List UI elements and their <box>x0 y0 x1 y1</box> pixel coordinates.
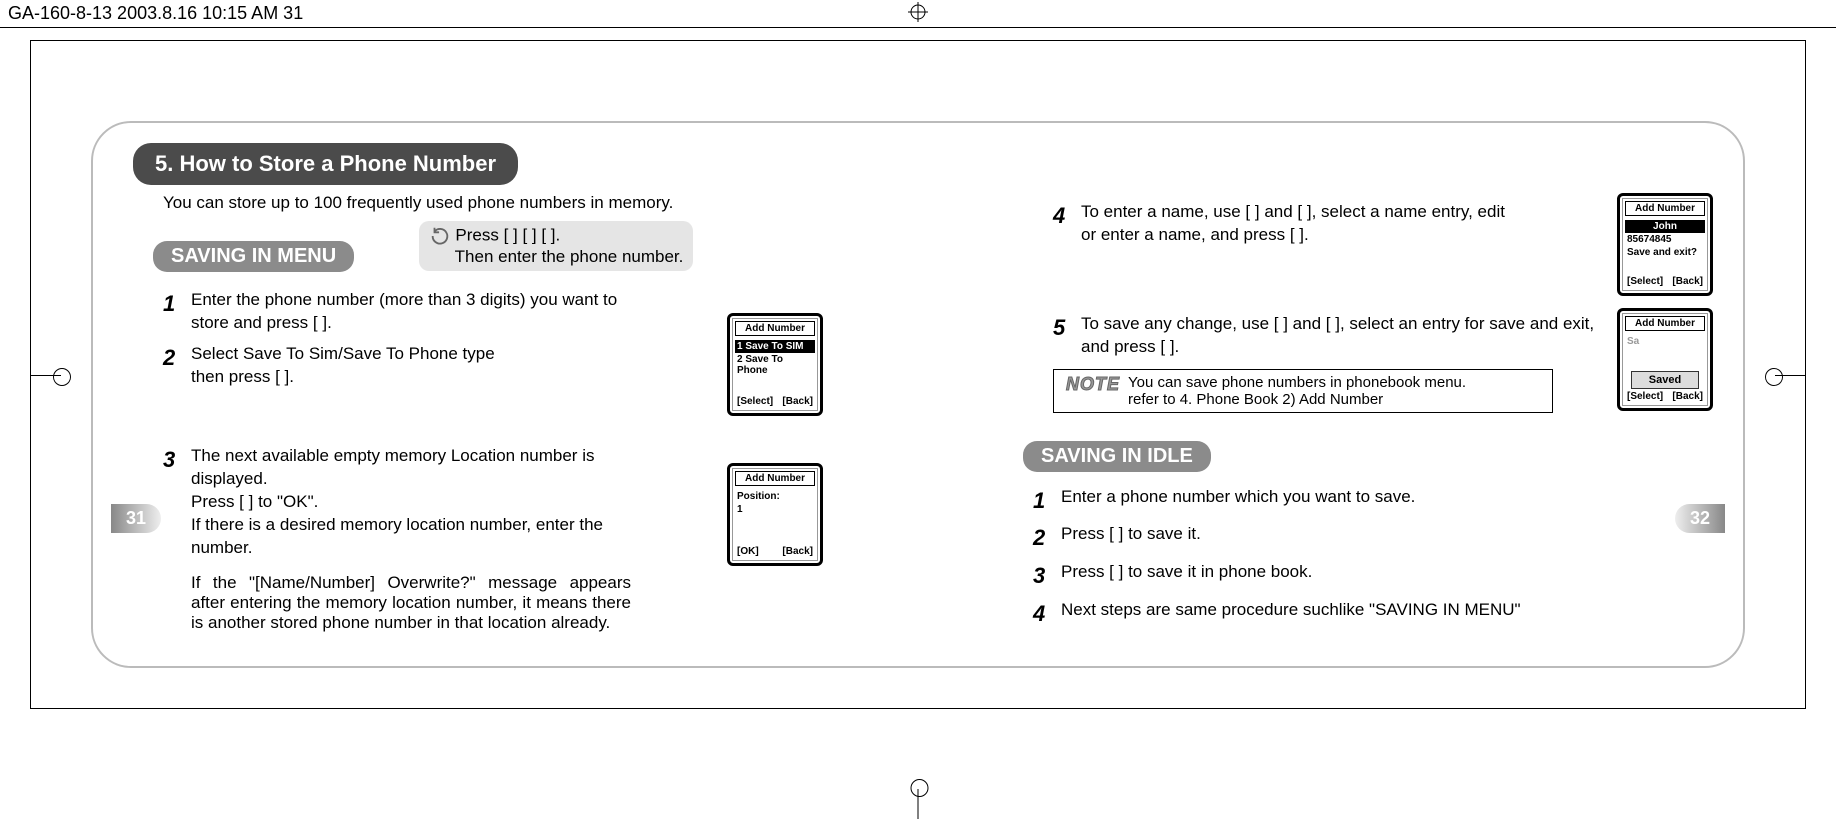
softkey-right: [Back] <box>782 396 813 407</box>
press-line2: Then enter the phone number. <box>455 247 684 267</box>
right-column: 4 To enter a name, use [ ] and [ ], sele… <box>1013 143 1713 646</box>
subheader-saving-idle: SAVING IN IDLE <box>1023 441 1211 472</box>
phone-screen-saved: Add Number Sa Saved [Select] [Back] <box>1617 308 1713 411</box>
idle-step-4: 4 Next steps are same procedure suchlike… <box>1033 599 1713 629</box>
step-text: Next steps are same procedure suchlike "… <box>1061 599 1581 622</box>
note-label: NOTE <box>1058 374 1128 395</box>
phone-screen-save-options: Add Number 1 Save To SIM 2 Save To Phone… <box>727 313 823 416</box>
step-text: Enter a phone number which you want to s… <box>1061 486 1581 509</box>
phone-number: 85674845 <box>1625 233 1705 246</box>
note-box: NOTE You can save phone numbers in phone… <box>1053 369 1553 413</box>
step-text: Press [ ] to save it in phone book. <box>1061 561 1581 584</box>
loop-icon <box>429 225 451 247</box>
top-crop-mark-icon <box>908 2 928 27</box>
left-column: 5. How to Store a Phone Number You can s… <box>123 143 823 646</box>
left-step-3: 3 The next available empty memory Locati… <box>163 445 823 560</box>
phone-screen-save-exit: Add Number John 85674845 Save and exit? … <box>1617 193 1713 296</box>
subheader-saving-menu: SAVING IN MENU <box>153 241 354 272</box>
bottom-crop-mark-icon <box>918 789 919 819</box>
phone-menu-item: 1 Save To SIM <box>735 340 815 353</box>
phone-name: John <box>1625 220 1705 233</box>
step-number: 5 <box>1053 313 1081 343</box>
note-text: You can save phone numbers in phonebook … <box>1128 374 1542 408</box>
step-number: 2 <box>163 343 191 373</box>
step-number: 1 <box>1033 486 1061 516</box>
phone-prompt: Save and exit? <box>1625 246 1705 259</box>
right-step-4: 4 To enter a name, use [ ] and [ ], sele… <box>1053 201 1713 247</box>
press-instruction: Press [ ] [ ] [ ]. Then enter the phone … <box>419 221 694 271</box>
step-number: 2 <box>1033 523 1061 553</box>
phone-popup-saved: Saved <box>1631 371 1699 389</box>
phone-screen-position: Add Number Position: 1 [OK] [Back] <box>727 463 823 566</box>
softkey-left: [OK] <box>737 546 759 557</box>
content-panel: 5. How to Store a Phone Number You can s… <box>91 121 1745 668</box>
step-number: 4 <box>1033 599 1061 629</box>
phone-menu-item: 2 Save To Phone <box>735 353 815 377</box>
phone-title: Add Number <box>735 321 815 336</box>
right-crop-mark-icon <box>1775 375 1805 376</box>
left-step-1: 1 Enter the phone number (more than 3 di… <box>163 289 823 335</box>
softkey-right: [Back] <box>1672 276 1703 287</box>
softkey-right: [Back] <box>1672 391 1703 402</box>
left-step-2: 2 Select Save To Sim/Save To Phone type … <box>163 343 823 389</box>
right-step-5: 5 To save any change, use [ ] and [ ], s… <box>1053 313 1713 359</box>
phone-value: 1 <box>735 503 815 516</box>
phone-title: Add Number <box>1625 316 1705 331</box>
idle-step-1: 1 Enter a phone number which you want to… <box>1033 486 1713 516</box>
step-text: Press [ ] to save it. <box>1061 523 1581 546</box>
phone-title: Add Number <box>1625 201 1705 216</box>
step-text: Select Save To Sim/Save To Phone type th… <box>191 343 621 389</box>
step-text: Enter the phone number (more than 3 digi… <box>191 289 621 335</box>
phone-label: Position: <box>735 490 815 503</box>
print-header-text: GA-160-8-13 2003.8.16 10:15 AM 31 <box>8 3 303 23</box>
softkey-left: [Select] <box>737 396 773 407</box>
step-text: To enter a name, use [ ] and [ ], select… <box>1081 201 1511 247</box>
step-number: 4 <box>1053 201 1081 231</box>
step-text: The next available empty memory Location… <box>191 445 621 560</box>
page-number-left: 31 <box>111 504 161 533</box>
overwrite-paragraph: If the "[Name/Number] Overwrite?" messag… <box>191 573 631 633</box>
softkey-left: [Select] <box>1627 391 1663 402</box>
step-number: 1 <box>163 289 191 319</box>
page-frame: 5. How to Store a Phone Number You can s… <box>30 40 1806 709</box>
idle-step-2: 2 Press [ ] to save it. <box>1033 523 1713 553</box>
softkey-left: [Select] <box>1627 276 1663 287</box>
softkey-right: [Back] <box>782 546 813 557</box>
intro-text: You can store up to 100 frequently used … <box>163 193 823 213</box>
press-line1: Press [ ] [ ] [ ]. <box>455 225 560 244</box>
page-number-right: 32 <box>1675 504 1725 533</box>
step-number: 3 <box>163 445 191 475</box>
section-title: 5. How to Store a Phone Number <box>133 143 518 185</box>
idle-step-3: 3 Press [ ] to save it in phone book. <box>1033 561 1713 591</box>
step-number: 3 <box>1033 561 1061 591</box>
step-text: To save any change, use [ ] and [ ], sel… <box>1081 313 1601 359</box>
left-crop-mark-icon <box>31 375 61 376</box>
phone-title: Add Number <box>735 471 815 486</box>
